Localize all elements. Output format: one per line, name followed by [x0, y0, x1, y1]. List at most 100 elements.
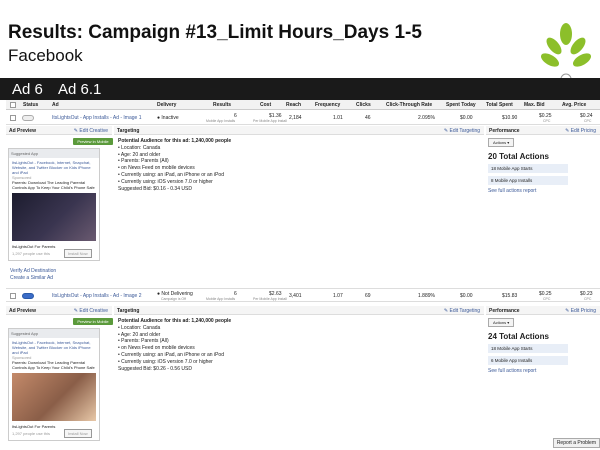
ad-preview-title: Ad Preview — [9, 308, 36, 314]
column-header[interactable]: Ad — [52, 102, 59, 108]
ad-label: Ad 6 — [12, 81, 43, 98]
ad-name-link[interactable]: ItsLightsOut - App Installs - Ad - Image… — [52, 115, 142, 121]
column-header[interactable]: Frequency — [315, 102, 340, 108]
edit-targeting-label: Edit Targeting — [449, 128, 480, 134]
clicks-value: 69 — [365, 293, 371, 299]
performance-header: Performance ✎ Edit Pricing — [486, 126, 600, 135]
ctr-value: 2.095% — [418, 115, 435, 121]
reach-value: 3,401 — [289, 293, 302, 299]
preview-mobile-feed-button[interactable]: Preview in Mobile Feed — [73, 138, 113, 151]
card-footer-sub-text: 1,297 people use this — [12, 431, 51, 436]
targeting-title: Targeting — [117, 308, 140, 314]
metric-item[interactable]: 6 Mobile App Installs — [488, 356, 568, 365]
metric-item[interactable]: 18 Mobile App Starts — [488, 164, 568, 173]
preview-mobile-feed-button[interactable]: Preview in Mobile Feed — [73, 318, 113, 331]
edit-pricing-link[interactable]: ✎ Edit Pricing — [565, 128, 596, 134]
row-checkbox[interactable] — [10, 293, 16, 299]
targeting-bullet: • Currently using: an iPad, an iPhone or… — [118, 171, 224, 178]
actions-label: Actions — [493, 140, 507, 145]
ad-preview-header: Ad Preview ✎ Edit Creative — [6, 306, 112, 315]
delivery-sub: Campaign is Off — [161, 297, 187, 301]
column-header[interactable]: Clicks — [356, 102, 371, 108]
column-header[interactable]: Reach — [286, 102, 301, 108]
metric-item[interactable]: 18 Mobile App Starts — [488, 344, 568, 353]
total-actions: 24 Total Actions — [488, 332, 549, 341]
max-bid-sub: CPC — [543, 119, 551, 123]
column-header[interactable]: Cost — [260, 102, 271, 108]
ad-detail-panel: Ad Preview ✎ Edit Creative Targeting ✎ E… — [6, 126, 600, 286]
ad-name-link[interactable]: ItsLightsOut - App Installs - Ad - Image… — [52, 293, 142, 299]
actions-dropdown[interactable]: Actions ▾ — [488, 318, 515, 327]
performance-header: Performance ✎ Edit Pricing — [486, 306, 600, 315]
performance-section: Actions ▾ 20 Total Actions 18 Mobile App… — [488, 138, 596, 194]
column-header[interactable]: Delivery — [157, 102, 176, 108]
row-checkbox[interactable] — [10, 115, 16, 121]
metric-item[interactable]: 8 Mobile App Installs — [488, 176, 568, 185]
status-toggle[interactable] — [22, 115, 34, 121]
delivery-text: Inactive — [161, 115, 179, 121]
cost-sub: Per Mobile App Install — [253, 119, 287, 123]
reach-value: 2,184 — [289, 115, 302, 121]
actions-dropdown[interactable]: Actions ▾ — [488, 138, 515, 147]
card-footer-sub-text: 1,297 people use this — [12, 251, 51, 256]
targeting-bullet-text: on News Feed on mobile devices — [121, 345, 195, 352]
table-row[interactable]: ItsLightsOut - App Installs - Ad - Image… — [6, 111, 600, 125]
column-header[interactable]: Spent Today — [446, 102, 476, 108]
edit-targeting-link[interactable]: ✎ Edit Targeting — [444, 128, 480, 134]
targeting-bullet: • Age: 20 and older — [118, 331, 161, 338]
frequency-value: 1.07 — [333, 293, 343, 299]
table-row[interactable]: ItsLightsOut - App Installs - Ad - Image… — [6, 288, 600, 302]
clicks-value: 46 — [365, 115, 371, 121]
performance-section: Actions ▾ 24 Total Actions 18 Mobile App… — [488, 318, 596, 374]
install-now-button[interactable]: Install Now — [64, 429, 92, 438]
performance-title: Performance — [489, 308, 520, 314]
targeting-section: Potential Audience for this ad: 1,240,00… — [118, 138, 418, 192]
edit-targeting-link[interactable]: ✎ Edit Targeting — [444, 308, 480, 314]
edit-pricing-label: Edit Pricing — [570, 308, 596, 314]
status-toggle[interactable] — [22, 293, 34, 299]
targeting-bullet: • on News Feed on mobile devices — [118, 345, 195, 352]
card-app-title: ItsLightsOut - Facebook, Internet, Snapc… — [12, 340, 91, 355]
card-band: Suggested App — [9, 149, 99, 158]
column-header[interactable]: Max. Bid — [524, 102, 545, 108]
column-header[interactable]: Results — [213, 102, 231, 108]
table-header: Status Ad Delivery Results Cost Reach Fr… — [6, 100, 600, 110]
avg-price-sub: CPC — [584, 297, 592, 301]
targeting-header: Targeting ✎ Edit Targeting — [114, 126, 484, 135]
targeting-bullet-text: on News Feed on mobile devices — [121, 165, 195, 172]
create-similar-ad-link[interactable]: Create a Similar Ad — [10, 275, 56, 282]
targeting-bullet-text: Parents: Parents (All) — [121, 158, 169, 165]
see-full-actions-link[interactable]: See full actions report — [488, 368, 596, 374]
see-full-actions-link[interactable]: See full actions report — [488, 188, 596, 194]
column-header[interactable]: Click-Through Rate — [386, 102, 432, 108]
ads-manager-screenshot: Status Ad Delivery Results Cost Reach Fr… — [6, 100, 600, 448]
targeting-bullet: • Currently using: iOS version 7.0 or hi… — [118, 178, 213, 185]
suggested-bid: Suggested Bid: $0.16 - 0.34 USD — [118, 185, 192, 192]
targeting-title: Targeting — [117, 128, 140, 134]
select-all-checkbox[interactable] — [10, 102, 16, 108]
column-header[interactable]: Total Spent — [486, 102, 513, 108]
cost-sub: Per Mobile App Install — [253, 297, 287, 301]
suggested-bid: Suggested Bid: $0.26 - 0.56 USD — [118, 365, 192, 372]
edit-targeting-label: Edit Targeting — [449, 308, 480, 314]
targeting-header: Targeting ✎ Edit Targeting — [114, 306, 484, 315]
report-problem-button[interactable]: Report a Problem — [552, 438, 600, 448]
verify-ad-destination-link[interactable]: Verify Ad Destination — [10, 268, 56, 275]
edit-pricing-link[interactable]: ✎ Edit Pricing — [565, 308, 596, 314]
column-header[interactable]: Status — [23, 102, 38, 108]
targeting-bullet: • Age: 20 and older — [118, 151, 161, 158]
frequency-value: 1.01 — [333, 115, 343, 121]
targeting-bullet: • on News Feed on mobile devices — [118, 165, 195, 172]
card-body-text: Parents: Download The Leading Parental C… — [12, 360, 95, 370]
targeting-bullet: • Location: Canada — [118, 144, 161, 151]
results-sub: Mobile App Installs — [206, 297, 236, 301]
install-now-button[interactable]: Install Now — [64, 249, 92, 258]
edit-creative-link[interactable]: ✎ Edit Creative — [74, 308, 108, 314]
edit-creative-link[interactable]: ✎ Edit Creative — [74, 128, 108, 134]
spent-today-value: $0.00 — [460, 293, 473, 299]
card-app-title: ItsLightsOut - Facebook, Internet, Snapc… — [12, 160, 91, 175]
targeting-bullet-text: Currently using: iOS version 7.0 or high… — [121, 178, 213, 185]
avg-price-sub: CPC — [584, 119, 592, 123]
column-header[interactable]: Avg. Price — [562, 102, 586, 108]
bottom-links: Verify Ad Destination Create a Similar A… — [10, 268, 56, 281]
